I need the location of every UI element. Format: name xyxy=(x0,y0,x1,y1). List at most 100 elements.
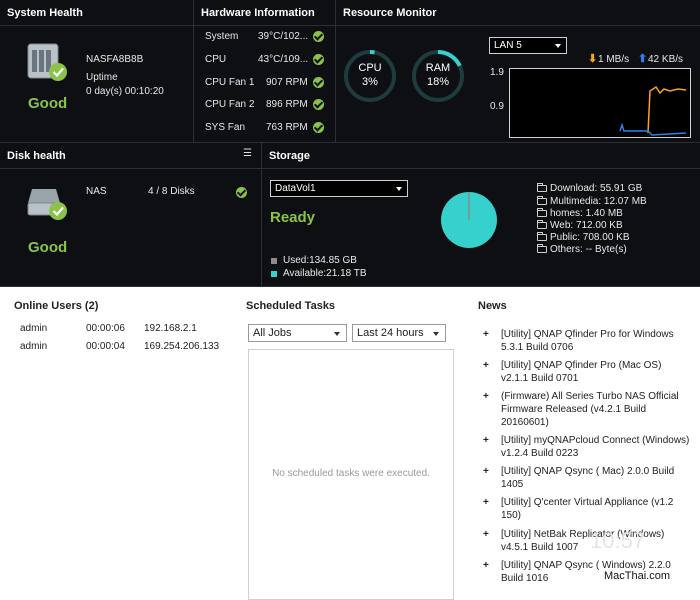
news-item[interactable]: + [Utility] QNAP Qfinder Pro for Windows … xyxy=(480,328,690,354)
job-filter-select[interactable]: All Jobs xyxy=(248,324,347,342)
hardware-label: CPU xyxy=(205,54,227,65)
uptime-value: 0 day(s) 00:10:20 xyxy=(86,86,164,97)
user-name: admin xyxy=(20,323,48,334)
news-item-text: [Utility] QNAP Qsync ( Mac) 2.0.0 Build … xyxy=(501,466,675,490)
user-name: admin xyxy=(20,341,48,352)
scheduled-tasks-list: No scheduled tasks were executed. xyxy=(248,349,454,600)
volume-select[interactable]: DataVol1 xyxy=(270,180,408,197)
hardware-value: 39°C/102... xyxy=(258,31,309,42)
time-range-select[interactable]: Last 24 hours xyxy=(352,324,446,342)
folder-usage-item: Multimedia: 12.07 MB xyxy=(550,196,647,207)
available-legend-swatch xyxy=(271,271,277,277)
ok-check-icon xyxy=(313,31,324,42)
system-health-panel: System Health Good NASFA8B8B Uptime 0 da… xyxy=(0,0,194,143)
watermark-brand: MacThai.com xyxy=(601,570,674,582)
available-space: Available:21.18 TB xyxy=(283,268,367,279)
scheduled-tasks-title: Scheduled Tasks xyxy=(246,300,336,312)
user-session-time: 00:00:06 xyxy=(86,323,125,334)
used-space: Used:134.85 GB xyxy=(283,255,357,266)
hardware-value: 907 RPM xyxy=(266,77,308,88)
storage-usage-pie xyxy=(441,192,497,248)
empty-tasks-message: No scheduled tasks were executed. xyxy=(272,468,430,479)
list-view-icon[interactable]: ☰ xyxy=(243,148,252,159)
folder-usage-item: Web: 712.00 KB xyxy=(550,220,623,231)
ok-check-icon xyxy=(313,54,324,65)
chevron-down-icon xyxy=(433,332,439,336)
expand-plus-icon[interactable]: + xyxy=(483,434,489,447)
time-range-value: Last 24 hours xyxy=(357,327,424,339)
folder-icon xyxy=(537,196,547,205)
hardware-panel: Hardware Information System 39°C/102... … xyxy=(194,0,336,143)
upload-rate: 1 MB/s xyxy=(598,54,630,65)
folder-usage-item: Public: 708.00 KB xyxy=(550,232,630,243)
hardware-value: 763 RPM xyxy=(266,122,308,133)
hardware-label: CPU Fan 1 xyxy=(205,77,255,88)
hardware-label: SYS Fan xyxy=(205,122,246,133)
divider xyxy=(0,25,193,26)
download-arrow-icon: ⬆ xyxy=(638,53,648,65)
job-filter-value: All Jobs xyxy=(253,327,292,339)
folder-usage-item: homes: 1.40 MB xyxy=(550,208,623,219)
ram-gauge: RAM 18% xyxy=(412,50,464,102)
expand-plus-icon[interactable]: + xyxy=(483,528,489,541)
volume-select-value: DataVol1 xyxy=(275,183,316,194)
download-series-line xyxy=(619,122,687,136)
news-item-text: [Utility] QNAP Qfinder Pro for Windows 5… xyxy=(501,329,674,353)
upload-series-line xyxy=(647,85,687,134)
disk-group-name: NAS xyxy=(86,186,107,197)
network-interface-select[interactable]: LAN 5 xyxy=(489,37,567,54)
graph-axis-top: 1.9 xyxy=(490,67,504,78)
ok-check-icon xyxy=(313,77,324,88)
expand-plus-icon[interactable]: + xyxy=(483,390,489,403)
used-legend-swatch xyxy=(271,258,277,264)
news-item[interactable]: + [Utility] NetBak Replicator (Windows) v… xyxy=(480,528,690,554)
download-rate: 42 KB/s xyxy=(648,54,684,65)
expand-plus-icon[interactable]: + xyxy=(483,496,489,509)
divider xyxy=(0,168,261,169)
user-session-time: 00:00:04 xyxy=(86,341,125,352)
ok-check-icon xyxy=(313,99,324,110)
system-health-title: System Health xyxy=(7,7,83,19)
news-item-text: (Firmware) All Series Turbo NAS Official… xyxy=(501,391,679,428)
resource-monitor-title: Resource Monitor xyxy=(343,7,437,19)
chevron-down-icon xyxy=(334,332,340,336)
expand-plus-icon[interactable]: + xyxy=(483,559,489,572)
cpu-gauge-label: CPU xyxy=(358,62,382,74)
disk-health-panel: Disk health ☰ Good NAS 4 / 8 Disks xyxy=(0,143,262,287)
hardware-label: System xyxy=(205,31,239,42)
watermark-clock: 10:57 xyxy=(590,528,646,553)
expand-plus-icon[interactable]: + xyxy=(483,465,489,478)
system-status: Good xyxy=(28,95,68,112)
news-item[interactable]: + [Utility] QNAP Qsync ( Mac) 2.0.0 Build… xyxy=(480,465,690,491)
ram-gauge-value: 18% xyxy=(426,76,450,88)
dashboard-dark-section: System Health Good NASFA8B8B Uptime 0 da… xyxy=(0,0,700,287)
expand-plus-icon[interactable]: + xyxy=(483,359,489,372)
chevron-down-icon xyxy=(396,187,402,191)
traffic-lines xyxy=(619,85,687,136)
folder-usage-item: Others: -- Byte(s) xyxy=(550,244,627,255)
hardware-title: Hardware Information xyxy=(201,7,315,19)
news-item-text: [Utility] myQNAPcloud Connect (Windows) … xyxy=(501,435,690,459)
news-item[interactable]: + [Utility] QNAP Qfinder Pro (Mac OS) v2.… xyxy=(480,359,690,385)
disk-health-status: Good xyxy=(28,239,68,256)
ok-check-icon xyxy=(313,122,324,133)
upload-arrow-icon: ⬇ xyxy=(588,53,598,65)
folder-usage-item: Download: 55.91 GB xyxy=(550,183,643,194)
ok-check-icon xyxy=(236,187,247,198)
ram-gauge-label: RAM xyxy=(425,62,451,74)
news-item[interactable]: + [Utility] Q'center Virtual Appliance (v… xyxy=(480,496,690,522)
graph-axis-mid: 0.9 xyxy=(490,101,504,112)
cpu-gauge-value: 3% xyxy=(362,76,378,88)
divider xyxy=(336,25,700,26)
news-item[interactable]: + (Firmware) All Series Turbo NAS Officia… xyxy=(480,390,690,429)
news-item[interactable]: + [Utility] myQNAPcloud Connect (Windows)… xyxy=(480,434,690,460)
chevron-down-icon xyxy=(555,44,561,48)
expand-plus-icon[interactable]: + xyxy=(483,328,489,341)
online-users-title: Online Users (2) xyxy=(14,300,99,312)
hardware-value: 896 RPM xyxy=(266,99,308,110)
disk-count: 4 / 8 Disks xyxy=(148,186,195,197)
hard-disk-icon xyxy=(27,189,67,220)
device-name: NASFA8B8B xyxy=(86,54,144,65)
nas-server-icon xyxy=(27,43,67,81)
user-ip: 192.168.2.1 xyxy=(144,323,197,334)
